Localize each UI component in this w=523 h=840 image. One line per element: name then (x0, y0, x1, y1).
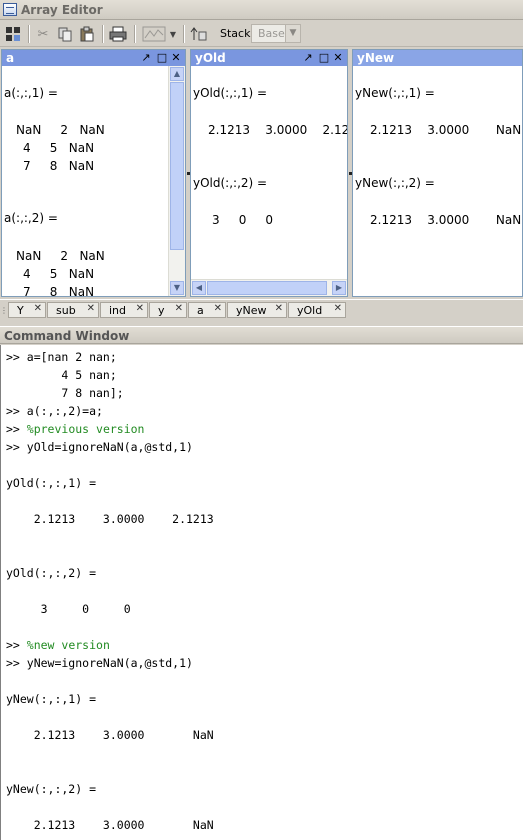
scroll-left-icon[interactable]: ◀ (192, 281, 206, 295)
output-row: 2.1213 3.0000 NaN (6, 818, 214, 832)
output-row: 3 0 0 (6, 602, 131, 616)
command-window-header: Command Window (0, 326, 523, 344)
variable-panel-yold: yOld ↗ □ ✕ yOld(:,:,1) = 2.1213 3.0000 2… (190, 49, 348, 297)
window-title-bar: Array Editor (0, 0, 523, 20)
window-title: Array Editor (21, 3, 103, 17)
tab-a[interactable]: a ✕ (188, 302, 226, 318)
maximize-icon[interactable]: □ (155, 50, 169, 66)
array-row: NaN 2 NaN (16, 123, 105, 137)
panel-header-ynew: yNew (353, 50, 522, 66)
pin-icon[interactable] (189, 25, 209, 43)
undock-icon[interactable]: ↗ (139, 50, 153, 66)
panel-content: yOld(:,:,1) = 2.1213 3.0000 2.1213 yOld(… (191, 66, 347, 296)
panel-title: yNew (357, 51, 395, 65)
array-row: 7 8 NaN (23, 159, 95, 173)
prompt: >> (6, 638, 27, 652)
panel-header-yold: yOld ↗ □ ✕ (191, 50, 347, 66)
print-icon[interactable] (108, 25, 128, 43)
tab-y-upper[interactable]: Y ✕ (8, 302, 46, 318)
array-row: 4 5 NaN (23, 267, 95, 281)
toolbar: ✂ ▼ Stack: Base ▼ (0, 21, 523, 47)
tab-sub[interactable]: sub ✕ (47, 302, 99, 318)
output-label: yNew(:,:,1) = (6, 692, 97, 706)
command-line: >> a=[nan 2 nan; (6, 350, 117, 364)
close-icon[interactable]: ✕ (334, 303, 342, 314)
close-icon[interactable]: ✕ (136, 303, 144, 314)
chevron-down-icon[interactable]: ▼ (285, 25, 300, 42)
command-line: 7 8 nan]; (6, 386, 124, 400)
array-row: NaN 2 NaN (16, 249, 105, 263)
array-row: 2.1213 3.0000 NaN (370, 123, 522, 137)
command-line: >> yNew=ignoreNaN(a,@std,1) (6, 656, 193, 670)
command-window[interactable]: >> a=[nan 2 nan; 4 5 nan; 7 8 nan]; >> a… (0, 345, 523, 840)
array-label: a(:,:,1) = (4, 86, 58, 100)
close-icon[interactable]: ✕ (87, 303, 95, 314)
array-row: 2.1213 3.0000 NaN (370, 213, 522, 227)
scroll-up-icon[interactable]: ▲ (170, 67, 184, 81)
variable-panel-ynew: yNew yNew(:,:,1) = 2.1213 3.0000 NaN yNe… (352, 49, 523, 297)
tab-grip-icon: ⋮ (0, 305, 8, 315)
tab-yold[interactable]: yOld ✕ (288, 302, 346, 318)
dropdown-arrow-icon[interactable]: ▼ (168, 25, 178, 43)
command-line: >> %previous version (6, 422, 144, 436)
scroll-down-icon[interactable]: ▼ (170, 281, 184, 295)
close-icon[interactable]: ✕ (169, 50, 183, 66)
cut-icon[interactable]: ✂ (34, 25, 52, 43)
command-line: >> yOld=ignoreNaN(a,@std,1) (6, 440, 193, 454)
scroll-right-icon[interactable]: ▶ (332, 281, 346, 295)
comment: %new version (26, 638, 110, 652)
output-label: yOld(:,:,2) = (6, 566, 97, 580)
close-icon[interactable]: ✕ (275, 303, 283, 314)
array-label: yNew(:,:,1) = (355, 86, 435, 100)
output-row: 2.1213 3.0000 NaN (6, 728, 214, 742)
array-label: yOld(:,:,2) = (193, 176, 268, 190)
array-label: yOld(:,:,1) = (193, 86, 268, 100)
vertical-scrollbar[interactable]: ▲ ▼ (168, 66, 185, 296)
horizontal-scrollbar[interactable]: ◀ ▶ (191, 279, 347, 296)
array-label: a(:,:,2) = (4, 211, 58, 225)
undock-icon[interactable]: ↗ (301, 50, 315, 66)
panel-title: a (6, 51, 15, 65)
panel-content: a(:,:,1) = NaN 2 NaN 4 5 NaN 7 8 NaN a(:… (2, 66, 185, 296)
close-icon[interactable]: ✕ (331, 50, 345, 66)
import-data-icon[interactable] (3, 25, 23, 43)
comment: %previous version (26, 422, 145, 436)
output-row: 2.1213 3.0000 2.1213 (6, 512, 214, 526)
command-line: 4 5 nan; (6, 368, 117, 382)
array-row: 2.1213 3.0000 2.1213 (208, 123, 347, 137)
paste-icon[interactable] (78, 25, 96, 43)
prompt: >> (6, 422, 27, 436)
tab-ynew[interactable]: yNew ✕ (227, 302, 287, 318)
array-row: 4 5 NaN (23, 141, 95, 155)
stack-select[interactable]: Base ▼ (251, 24, 301, 43)
output-label: yNew(:,:,2) = (6, 782, 97, 796)
close-icon[interactable]: ✕ (34, 303, 42, 314)
tab-ind[interactable]: ind ✕ (100, 302, 148, 318)
maximize-icon[interactable]: □ (317, 50, 331, 66)
variable-panel-a: a ↗ □ ✕ a(:,:,1) = NaN 2 NaN 4 5 NaN 7 8… (1, 49, 186, 297)
command-window-title: Command Window (4, 329, 130, 343)
command-line: >> %new version (6, 638, 110, 652)
stack-select-value: Base (258, 27, 285, 40)
panel-header-a: a ↗ □ ✕ (2, 50, 185, 66)
array-row: 3 0 0 (212, 213, 274, 227)
array-label: yNew(:,:,2) = (355, 176, 435, 190)
copy-icon[interactable] (56, 25, 74, 43)
plot-icon[interactable] (141, 25, 167, 43)
close-icon[interactable]: ✕ (214, 303, 222, 314)
stack-label: Stack: (220, 27, 255, 40)
scroll-thumb[interactable] (207, 281, 327, 295)
tab-y[interactable]: y ✕ (149, 302, 187, 318)
output-label: yOld(:,:,1) = (6, 476, 97, 490)
document-tab-bar: ⋮ Y ✕ sub ✕ ind ✕ y ✕ a ✕ yNew ✕ yOld ✕ (0, 299, 523, 319)
array-editor-icon (3, 3, 17, 16)
array-row: 7 8 NaN (23, 285, 95, 297)
close-icon[interactable]: ✕ (175, 303, 183, 314)
panel-content: yNew(:,:,1) = 2.1213 3.0000 NaN yNew(:,:… (353, 66, 522, 296)
scroll-thumb[interactable] (170, 82, 184, 250)
command-line: >> a(:,:,2)=a; (6, 404, 103, 418)
panel-title: yOld (195, 51, 226, 65)
